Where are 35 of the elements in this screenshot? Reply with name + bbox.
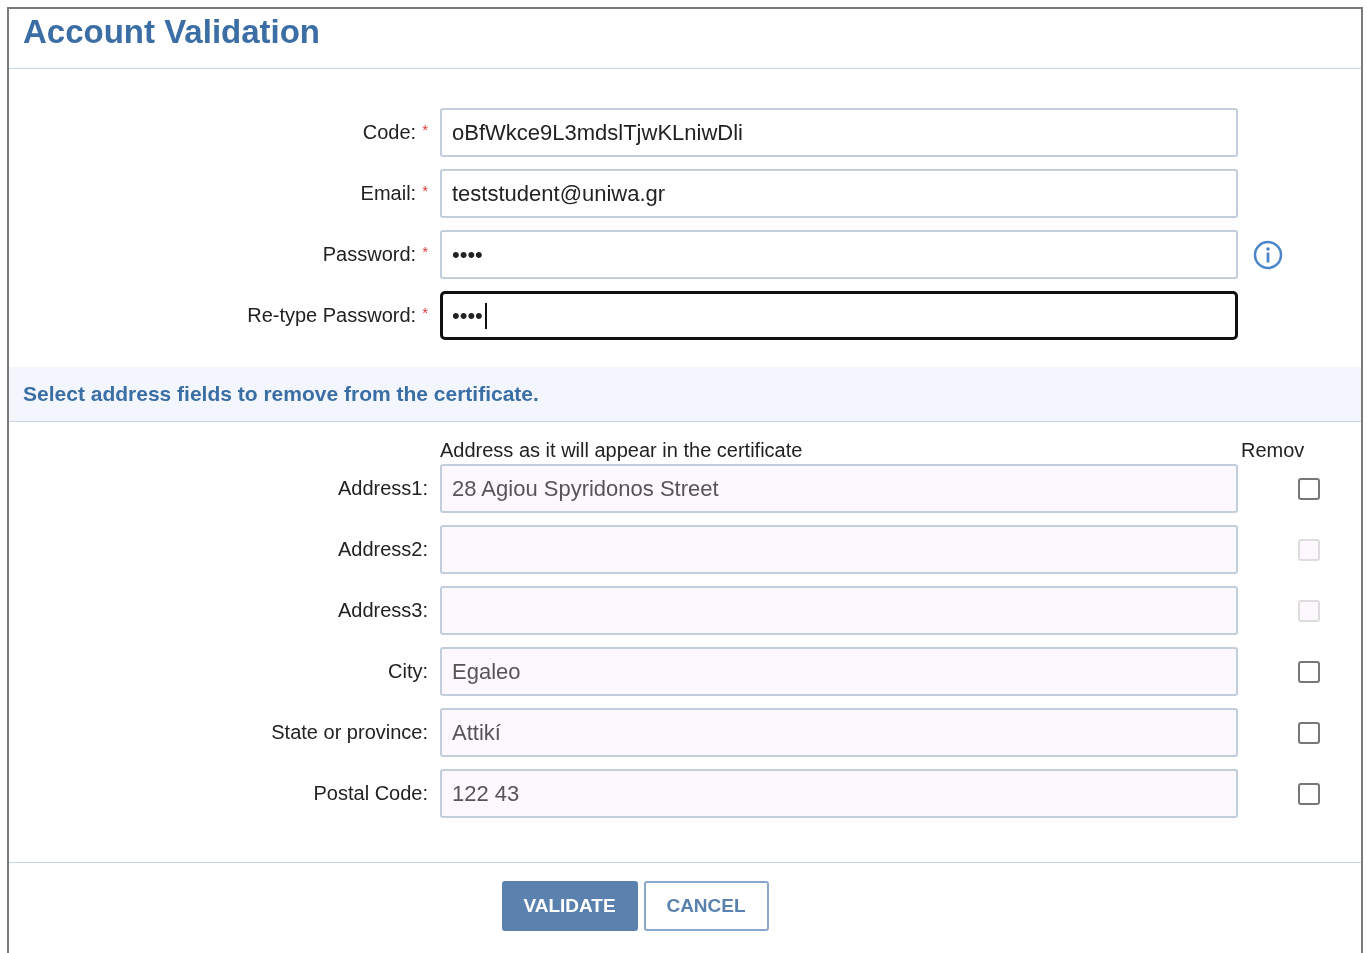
section-heading: Select address fields to remove from the certificate.	[23, 382, 539, 406]
checkbox[interactable]	[1298, 782, 1320, 805]
input-field[interactable]: Attikí	[440, 708, 1238, 757]
column-heading: Remov	[1241, 439, 1305, 462]
required-mark: *	[422, 304, 428, 321]
action-button[interactable]: VALIDATE	[501, 881, 638, 931]
checkbox[interactable]	[1298, 477, 1320, 500]
input-field[interactable]: 122 43	[440, 769, 1238, 818]
field-label: Code:	[362, 121, 417, 144]
input-field[interactable]: teststudent@uniwa.gr	[440, 169, 1238, 218]
action-button[interactable]: CANCEL	[643, 881, 769, 931]
input-field[interactable]: Egaleo	[440, 647, 1238, 696]
field-label: Address2:	[337, 538, 428, 561]
input-field[interactable]: ••••	[440, 291, 1238, 340]
required-mark: *	[422, 121, 428, 138]
column-heading: Address as it will appear in the certificate	[440, 439, 803, 461]
field-label: Re-type Password:	[247, 304, 417, 327]
checkbox[interactable]	[1298, 721, 1320, 744]
field-label: City:	[388, 660, 428, 683]
field-label: Email:	[360, 182, 417, 205]
input-field[interactable]: ••••	[440, 230, 1238, 279]
input-field[interactable]	[440, 525, 1238, 574]
input-field[interactable]: 28 Agiou Spyridonos Street	[440, 464, 1238, 513]
field-label: Address1:	[337, 477, 428, 500]
field-label: Postal Code:	[313, 782, 428, 805]
page-title: Account Validation	[22, 12, 321, 52]
checkbox[interactable]	[1298, 660, 1320, 683]
info-icon[interactable]	[1253, 239, 1283, 270]
input-field[interactable]	[440, 586, 1238, 635]
field-label: Address3:	[337, 599, 428, 622]
field-label: State or province:	[271, 721, 428, 744]
required-mark: *	[422, 243, 428, 260]
input-field[interactable]: oBfWkce9L3mdslTjwKLniwDli	[440, 108, 1238, 157]
field-label: Password:	[322, 243, 417, 266]
required-mark: *	[422, 182, 428, 199]
